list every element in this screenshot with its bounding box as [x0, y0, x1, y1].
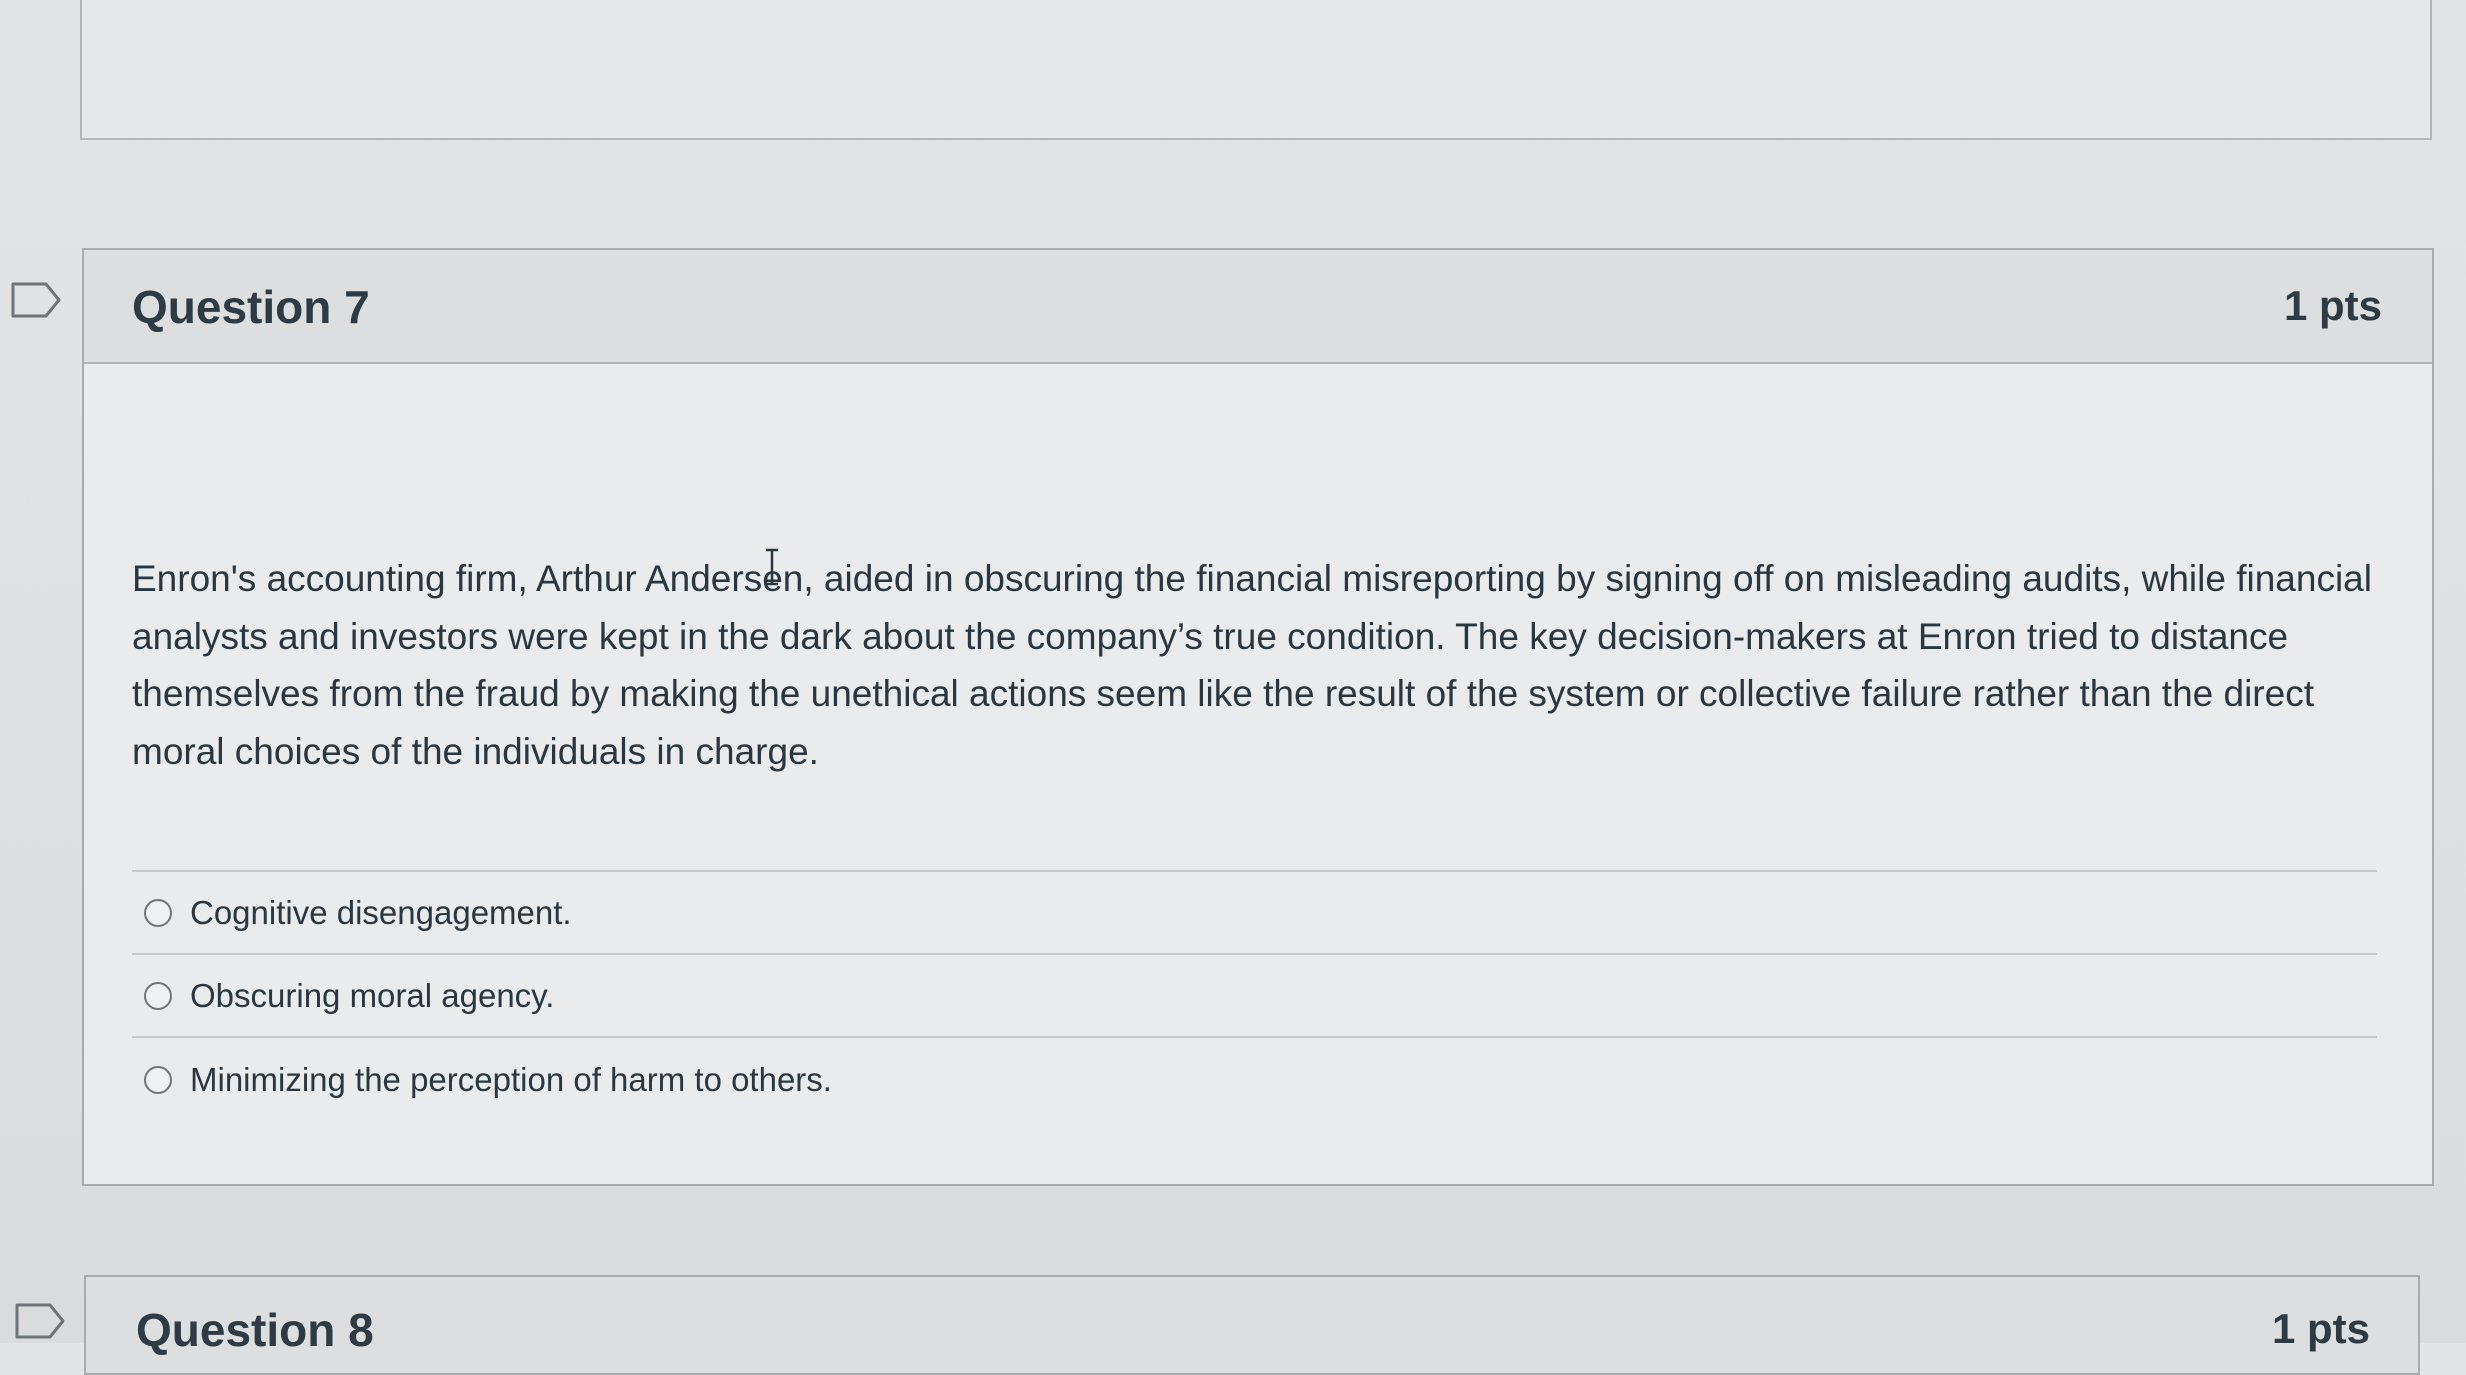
- next-question-card: Question 8 1 pts: [84, 1275, 2420, 1375]
- answer-option-2[interactable]: Obscuring moral agency.: [132, 955, 2377, 1038]
- question-title: Question 8: [136, 1304, 374, 1356]
- radio-button[interactable]: [144, 981, 172, 1010]
- question-card: Question 7 1 pts Enron's accounting firm…: [82, 248, 2434, 1186]
- question-points: 1 pts: [2271, 1305, 2370, 1352]
- answer-option-3[interactable]: Minimizing the perception of harm to oth…: [132, 1038, 2377, 1121]
- answer-label[interactable]: Cognitive disengagement.: [190, 894, 572, 932]
- question-title: Question 7: [132, 281, 370, 333]
- question-header: Question 7 1 pts: [84, 250, 2432, 364]
- answer-list: Cognitive disengagement. Obscuring moral…: [132, 870, 2377, 1121]
- flag-question-icon[interactable]: [14, 1302, 66, 1340]
- answer-label[interactable]: Minimizing the perception of harm to oth…: [190, 1061, 832, 1099]
- radio-button[interactable]: [144, 898, 172, 927]
- answer-label[interactable]: Obscuring moral agency.: [190, 977, 554, 1015]
- answer-option-1[interactable]: Cognitive disengagement.: [132, 872, 2377, 955]
- previous-question-card: [80, 0, 2432, 140]
- flag-question-icon[interactable]: [10, 281, 62, 319]
- text-cursor-icon: [765, 548, 779, 586]
- question-points: 1 pts: [2283, 282, 2382, 329]
- question-text: Enron's accounting firm, Arthur Andersen…: [132, 558, 2372, 772]
- radio-button[interactable]: [144, 1065, 172, 1094]
